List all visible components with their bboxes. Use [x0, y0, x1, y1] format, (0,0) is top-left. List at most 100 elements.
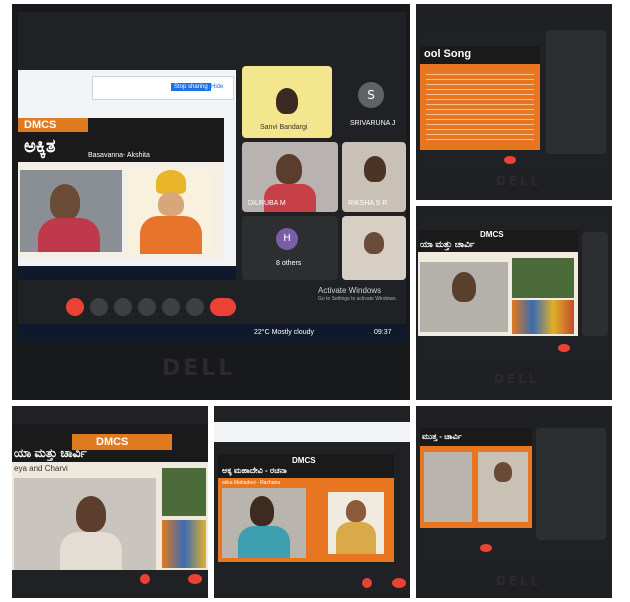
captions-button[interactable]	[114, 298, 132, 316]
participant-name: RIKSHA S R	[348, 200, 388, 207]
tree-image	[512, 258, 574, 298]
akka-mahadevi-portrait	[328, 492, 384, 554]
inner-taskbar	[18, 266, 236, 280]
photo-school-song: ool Song DELL	[416, 4, 612, 200]
school-song-slide: ool Song	[420, 46, 540, 150]
slide-title: ಯಾ ಮತ್ತು ಚಾರ್ವಿ	[420, 239, 475, 249]
student-face	[76, 496, 106, 532]
hide-button[interactable]: Hide	[211, 84, 223, 90]
portrait-robe	[336, 522, 376, 554]
dmcs-logo: DMCS	[480, 230, 504, 239]
slide-shreya-charvi: DMCS ಯಾ ಮತ್ತು ಚಾರ್ವಿ	[418, 230, 578, 336]
slide-title: ool Song	[424, 48, 472, 60]
dancer-video	[478, 452, 528, 522]
participant-face	[276, 88, 298, 114]
slide-title: ಮುತ್ತ - ಚಾರ್ವಿ	[422, 432, 462, 441]
dancer-face	[494, 462, 512, 482]
clock-label: 09:37	[374, 329, 392, 336]
leave-call-button[interactable]	[188, 574, 202, 584]
student-video	[222, 488, 306, 558]
mic-off-button[interactable]	[66, 298, 84, 316]
windows-taskbar: 22°C Mostly cloudy 09:37	[18, 324, 406, 342]
photo-charvi-closeup: DMCS ಯಾ ಮತ್ತು ಚಾರ್ವಿ eya and Charvi	[12, 406, 208, 598]
student-face	[50, 184, 80, 220]
participant-body	[264, 184, 316, 212]
leave-call-button[interactable]	[210, 298, 236, 316]
deities-image	[512, 300, 574, 334]
photo-meet-laptop-large: Stop sharing Hide DMCS ಅಕ್ಕಿತ Basavanna-…	[12, 4, 410, 400]
student-body	[238, 526, 290, 558]
participant-tile-sanvi[interactable]: Sanvi Bandargi	[242, 66, 332, 138]
others-avatar: H	[276, 228, 298, 250]
dell-logo: DELL	[496, 174, 542, 188]
student-video	[424, 452, 472, 522]
slide-subtitle: akka Mahadevi - Rachana	[222, 480, 281, 486]
leave-call-button[interactable]	[558, 344, 570, 352]
participant-tile-others[interactable]: H 8 others	[242, 216, 338, 280]
participant-face	[364, 232, 384, 254]
portrait-robe	[140, 216, 202, 254]
slide-title: ಅಕ್ಕ ಮಹಾದೇವಿ - ರಚನಾ	[222, 466, 287, 475]
student-body	[38, 218, 100, 252]
activate-windows-text: Activate Windows	[318, 286, 382, 295]
participant-name: DILRUBA M	[248, 200, 286, 207]
crown	[156, 170, 186, 194]
dell-logo: DELL	[496, 574, 542, 588]
student-video	[14, 478, 156, 570]
dmcs-logo: DMCS	[292, 456, 316, 465]
slide-charvi-small: ಮುತ್ತ - ಚಾರ್ವಿ	[420, 428, 532, 528]
raise-hand-button[interactable]	[138, 298, 156, 316]
camera-button[interactable]	[90, 298, 108, 316]
song-lyrics-block	[426, 70, 534, 140]
dell-logo: DELL	[494, 372, 540, 386]
photo-shreya-charvi: DMCS ಯಾ ಮತ್ತು ಚಾರ್ವಿ DELL	[416, 206, 612, 400]
participant-tile-dilruba[interactable]: DILRUBA M	[242, 142, 338, 212]
leave-call-button[interactable]	[480, 544, 492, 552]
dell-logo: DELL	[162, 356, 236, 381]
present-button[interactable]	[162, 298, 180, 316]
deities-image	[162, 520, 206, 568]
stop-sharing-button[interactable]: Stop sharing	[171, 83, 211, 91]
activate-windows-sub: Go to Settings to activate Windows.	[318, 296, 397, 302]
portrait-face	[346, 500, 366, 522]
slide-title: ಅಕ್ಕಿತ	[24, 136, 56, 156]
shared-window: Stop sharing Hide DMCS ಅಕ್ಕಿತ Basavanna-…	[18, 70, 236, 280]
srivaruna-avatar: S	[358, 82, 384, 108]
student-video	[420, 262, 508, 332]
slide-subtitle: eya and Charvi	[14, 464, 68, 473]
browser-popup: Stop sharing Hide	[92, 76, 234, 100]
participant-face	[364, 156, 386, 182]
slide-subtitle: Basavanna- Akshita	[88, 152, 150, 159]
slide-charvi: DMCS ಯಾ ಮತ್ತು ಚಾರ್ವಿ eya and Charvi	[12, 424, 208, 570]
more-options-button[interactable]	[186, 298, 204, 316]
participant-tile-riksha[interactable]: RIKSHA S R	[342, 142, 406, 212]
dmcs-logo: DMCS	[24, 119, 57, 131]
student-face	[250, 496, 274, 526]
photo-gallery-view: ಮುತ್ತ - ಚಾರ್ವಿ DELL	[416, 406, 612, 598]
slide-akka-mahadevi: DMCS ಅಕ್ಕ ಮಹಾದೇವಿ - ರಚನಾ akka Mahadevi -…	[218, 454, 394, 562]
student-body	[60, 532, 122, 570]
tree-image	[162, 468, 206, 516]
student-video	[20, 170, 122, 252]
student-face	[452, 272, 476, 302]
participant-tile-srivaruna[interactable]: S SRIVARUNA J	[338, 66, 406, 138]
shared-window	[214, 422, 410, 442]
slide-title: ಯಾ ಮತ್ತು ಚಾರ್ವಿ	[14, 446, 87, 460]
basavanna-portrait	[128, 170, 214, 254]
participant-tile-teacher[interactable]	[342, 216, 406, 280]
leave-call-button[interactable]	[392, 578, 406, 588]
leave-call-button[interactable]	[504, 156, 516, 164]
meet-screen: ool Song	[420, 28, 608, 168]
meet-screen: Stop sharing Hide DMCS ಅಕ್ಕಿತ Basavanna-…	[18, 12, 406, 342]
participant-name: Sanvi Bandargi	[260, 124, 308, 131]
meet-screen: DMCS ಯಾ ಮತ್ತು ಚಾರ್ವಿ	[418, 212, 610, 362]
participant-name: SRIVARUNA J	[350, 120, 396, 127]
mic-off-button[interactable]	[362, 578, 372, 588]
others-label: 8 others	[276, 260, 302, 267]
mic-off-button[interactable]	[140, 574, 150, 584]
meet-screen: ಮುತ್ತ - ಚಾರ್ವಿ	[420, 428, 608, 564]
photo-akka-mahadevi: DMCS ಅಕ್ಕ ಮಹಾದೇವಿ - ರಚನಾ akka Mahadevi -…	[214, 406, 410, 598]
thumbnail-grid	[546, 30, 606, 154]
thumbnail-column	[582, 232, 608, 336]
portrait-face	[158, 192, 184, 216]
